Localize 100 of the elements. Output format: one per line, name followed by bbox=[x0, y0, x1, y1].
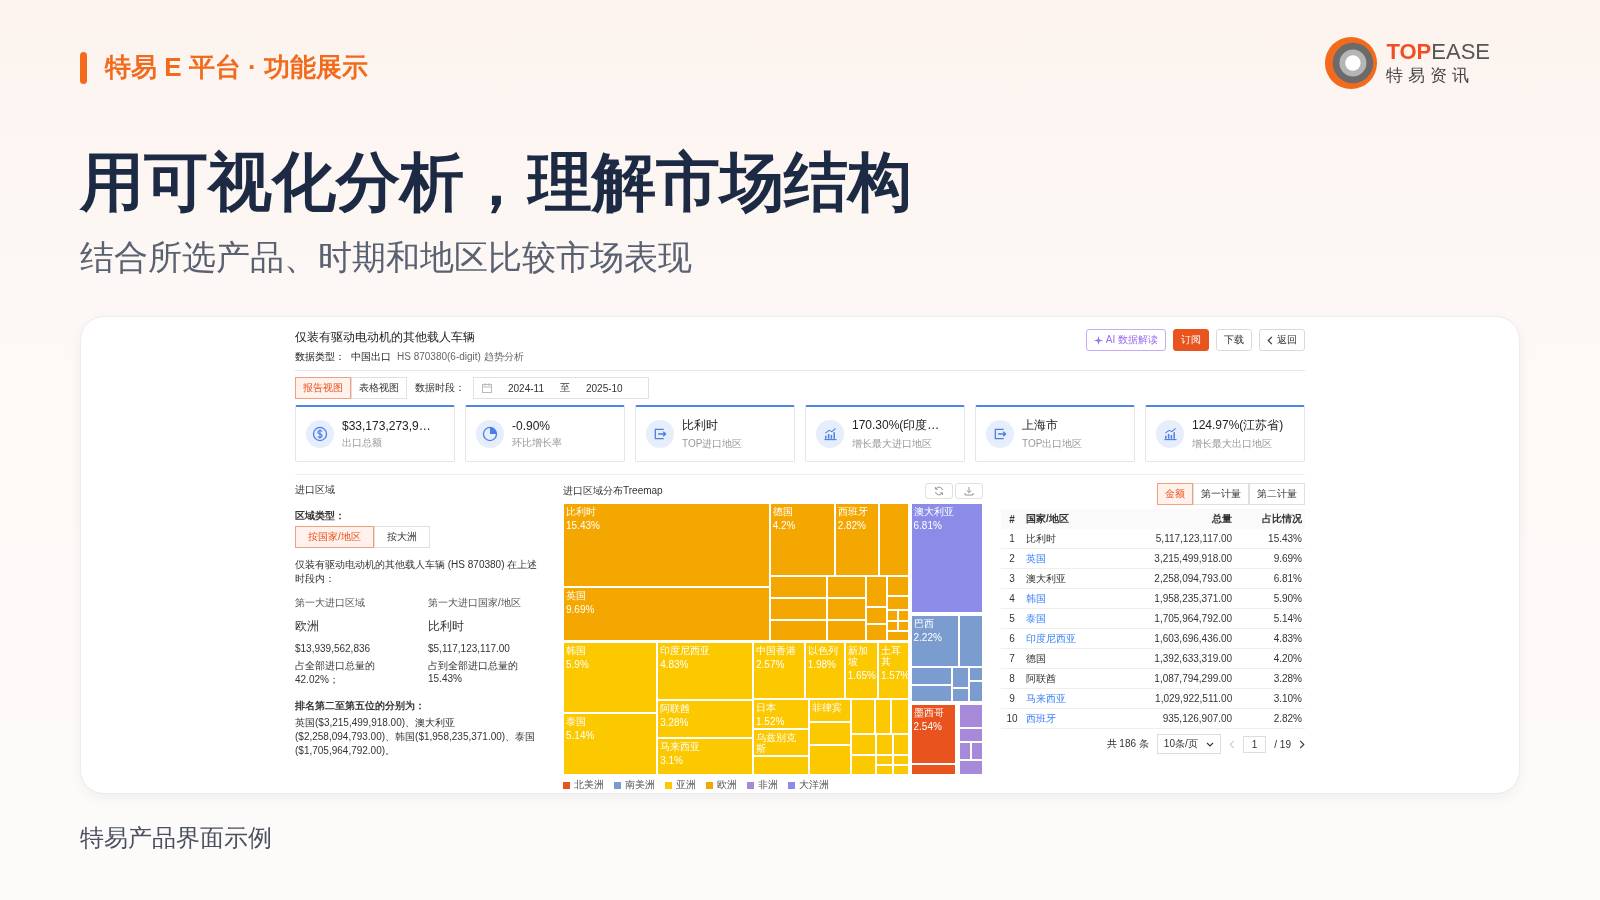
tile-label: 英国 bbox=[566, 590, 586, 602]
tile-value: 15.43% bbox=[566, 520, 600, 531]
treemap-tile[interactable]: 澳大利亚 6.81% bbox=[910, 503, 983, 614]
tile-value: 5.14% bbox=[566, 729, 595, 741]
treemap-tile[interactable]: 比利时 15.43% bbox=[563, 503, 770, 588]
treemap-tile[interactable]: 西班牙 2.82% bbox=[834, 503, 879, 576]
treemap-tile bbox=[769, 576, 828, 598]
kpi-value: 124.97%(江苏省) bbox=[1192, 417, 1284, 434]
treemap-tile bbox=[958, 703, 983, 729]
country-link[interactable]: 西班牙 bbox=[1023, 708, 1108, 729]
tile-value: 1.98% bbox=[807, 658, 836, 670]
country-link[interactable]: 马来西亚 bbox=[1023, 688, 1108, 709]
tile-value: 6.81% bbox=[913, 520, 942, 531]
treemap-tile bbox=[887, 576, 909, 597]
country-link[interactable]: 韩国 bbox=[1023, 588, 1108, 609]
tile-value: 3.28% bbox=[660, 716, 689, 728]
kpi-label: TOP进口地区 bbox=[682, 437, 743, 451]
country-cell: 德国 bbox=[1023, 648, 1108, 669]
rank-cell: 4 bbox=[1001, 588, 1023, 609]
exit-icon bbox=[646, 420, 674, 448]
legend-label[interactable]: 大洋洲 bbox=[799, 778, 829, 792]
range-separator: 至 bbox=[559, 381, 570, 395]
stat-name: 比利时 bbox=[428, 618, 465, 635]
rank-cell: 3 bbox=[1001, 568, 1023, 589]
treemap-tile bbox=[893, 733, 909, 755]
treemap-tile[interactable]: 墨西哥 2.54% bbox=[910, 703, 957, 765]
bar-chart-icon bbox=[816, 420, 844, 448]
legend-label[interactable]: 北美洲 bbox=[574, 778, 604, 792]
legend-label[interactable]: 亚洲 bbox=[676, 778, 696, 792]
share-cell: 6.81% bbox=[1235, 568, 1305, 589]
ai-button[interactable]: AI 数据解读 bbox=[1085, 329, 1166, 351]
total-cell: 1,087,794,299.00 bbox=[1107, 668, 1236, 689]
page-input[interactable]: 1 bbox=[1242, 735, 1267, 753]
pie-chart-icon bbox=[476, 420, 504, 448]
treemap-tile[interactable]: 巴西 2.22% bbox=[910, 614, 959, 668]
brand-subtitle: 特易资讯 bbox=[1386, 64, 1476, 87]
tile-value: 2.57% bbox=[756, 658, 785, 670]
tile-value: 4.2% bbox=[772, 520, 796, 531]
view-tab[interactable]: 表格视图 bbox=[351, 377, 407, 399]
subscribe-button[interactable]: 订阅 bbox=[1173, 329, 1209, 351]
treemap-tile bbox=[753, 755, 809, 775]
meta-hs: HS 870380(6-digit) 趋势分析 bbox=[397, 350, 524, 364]
share-cell: 15.43% bbox=[1235, 529, 1305, 549]
stat-amount: $13,939,562,836 bbox=[295, 643, 372, 654]
treemap-title: 进口区域分布Treemap bbox=[563, 484, 663, 498]
back-button[interactable]: 返回 bbox=[1259, 329, 1305, 351]
stat-share: 占全部进口总量的42.02%； bbox=[295, 659, 376, 687]
treemap-tile[interactable]: 德国 4.2% bbox=[769, 503, 835, 576]
tile-value: 2.82% bbox=[837, 520, 866, 531]
tile-label: 中国香港 bbox=[756, 644, 796, 656]
tile-label: 乌兹别克斯 bbox=[756, 732, 797, 754]
stat-label: 第一大进口区域 bbox=[295, 596, 366, 610]
download-icon bbox=[964, 486, 974, 496]
region-mode-tab[interactable]: 按国家/地区 bbox=[295, 526, 374, 548]
kpi-label: 增长最大进口地区 bbox=[852, 437, 933, 451]
total-cell: 1,603,696,436.00 bbox=[1107, 628, 1236, 649]
legend-label[interactable]: 欧洲 bbox=[717, 778, 737, 792]
kpi-label: 增长最大出口地区 bbox=[1192, 437, 1273, 451]
tile-label: 比利时 bbox=[566, 506, 596, 517]
ranking-heading: 排名第二至第五位的分别为： bbox=[295, 699, 426, 713]
date-range-field[interactable]: 2024-11 至 2025-10 bbox=[473, 377, 649, 399]
treemap-tile bbox=[910, 667, 953, 685]
treemap-tile bbox=[851, 698, 875, 734]
total-cell: 3,215,499,918.00 bbox=[1107, 548, 1236, 569]
country-link[interactable]: 英国 bbox=[1023, 548, 1108, 569]
treemap-tile[interactable]: 英国 9.69% bbox=[563, 587, 770, 641]
tile-label: 土耳其 bbox=[881, 644, 902, 667]
chevron-right-icon[interactable] bbox=[1299, 739, 1305, 749]
total-count: 共 186 条 bbox=[1106, 737, 1149, 751]
measure-tab[interactable]: 金额 bbox=[1157, 483, 1193, 505]
country-link[interactable]: 印度尼西亚 bbox=[1023, 628, 1108, 649]
tile-label: 西班牙 bbox=[837, 506, 868, 517]
chevron-left-icon[interactable] bbox=[1228, 739, 1235, 749]
region-mode-tab[interactable]: 按大洲 bbox=[373, 526, 430, 548]
treemap-tile bbox=[893, 764, 909, 775]
tile-label: 日本 bbox=[756, 701, 776, 713]
download-button[interactable]: 下载 bbox=[1216, 329, 1252, 351]
view-tab[interactable]: 报告视图 bbox=[295, 377, 351, 399]
treemap-tile bbox=[958, 728, 983, 743]
share-cell: 3.28% bbox=[1235, 668, 1305, 689]
treemap-tile bbox=[887, 610, 898, 621]
treemap-tile bbox=[887, 596, 909, 611]
logo-icon bbox=[1324, 36, 1379, 90]
measure-tab[interactable]: 第二计量 bbox=[1249, 483, 1305, 505]
legend-label[interactable]: 南美洲 bbox=[625, 778, 655, 792]
measure-tab[interactable]: 第一计量 bbox=[1193, 483, 1249, 505]
chevron-left-icon bbox=[1267, 335, 1274, 345]
tile-value: 2.54% bbox=[913, 720, 942, 732]
region-type-label: 区域类型： bbox=[295, 509, 346, 523]
tile-value: 2.22% bbox=[913, 631, 942, 643]
brand-name: TOP bbox=[1386, 38, 1432, 64]
country-link[interactable]: 泰国 bbox=[1023, 608, 1108, 629]
page-size-select[interactable]: 10条/页 bbox=[1156, 734, 1221, 754]
share-cell: 5.90% bbox=[1235, 588, 1305, 609]
download-button[interactable] bbox=[955, 483, 983, 499]
treemap-tile bbox=[898, 610, 909, 621]
legend-label[interactable]: 非洲 bbox=[758, 778, 778, 792]
treemap-tile bbox=[891, 698, 909, 734]
kpi-label: 出口总额 bbox=[342, 435, 383, 450]
refresh-button[interactable] bbox=[925, 483, 953, 499]
